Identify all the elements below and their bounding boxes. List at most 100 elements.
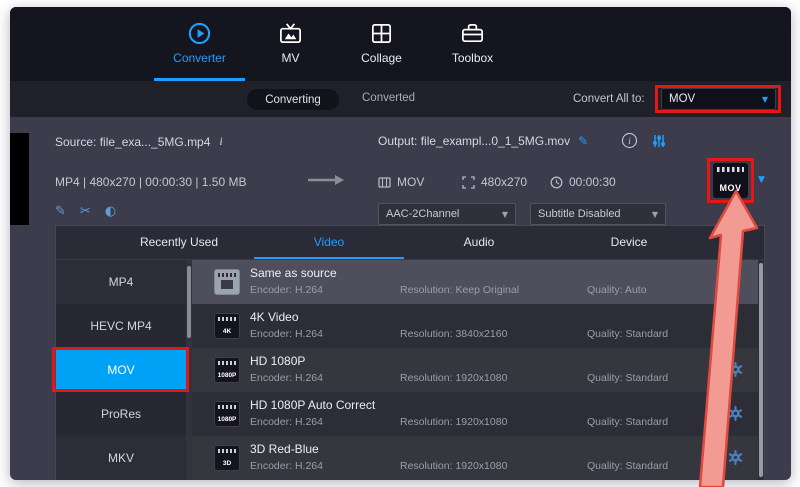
output-format-value: MOV <box>397 175 424 189</box>
output-actions: i <box>622 133 666 148</box>
tab-toolbox-label: Toolbox <box>452 51 493 65</box>
source-info-icon[interactable]: i <box>219 134 222 149</box>
profile-name: HD 1080P Auto Correct <box>250 398 375 412</box>
tab-collage[interactable]: Collage <box>336 7 427 81</box>
subtitle-value: Subtitle Disabled <box>538 208 621 220</box>
profile-badge-label: 4K <box>215 328 239 335</box>
sidebar-item-prores[interactable]: ProRes <box>56 392 186 436</box>
settings-adjust-icon[interactable] <box>652 134 666 148</box>
profile-badge-label: 3D <box>215 460 239 467</box>
output-resolution-value: 480x270 <box>481 175 527 189</box>
profile-quality: Quality: Standard <box>587 416 668 428</box>
app-window: Converter MV Collage Toolbox <box>10 7 791 480</box>
profile-settings-gear-icon[interactable] <box>728 362 743 377</box>
tab-toolbox[interactable]: Toolbox <box>427 7 518 81</box>
chevron-down-icon: ▼ <box>652 210 658 219</box>
profile-settings-gear-icon[interactable] <box>728 406 743 421</box>
profile-list-scrollbar-thumb[interactable] <box>759 263 763 477</box>
output-info-icon[interactable]: i <box>622 133 637 148</box>
profile-quality: Quality: Auto <box>587 284 647 296</box>
tab-collage-label: Collage <box>361 51 402 65</box>
profile-name: HD 1080P <box>250 354 305 368</box>
profile-encoder: Encoder: H.264 <box>250 416 323 428</box>
edit-icon[interactable]: ✎ <box>55 204 66 219</box>
main-navigation: Converter MV Collage Toolbox <box>10 7 791 81</box>
sidebar-scrollbar-thumb[interactable] <box>187 266 191 338</box>
resize-icon <box>462 176 475 189</box>
output-format-meta: MOV <box>378 175 424 189</box>
tab-converter[interactable]: Converter <box>154 7 245 81</box>
cut-icon[interactable]: ✂ <box>80 204 91 219</box>
profile-settings-gear-icon[interactable] <box>728 450 743 465</box>
output-format-badge[interactable]: MOV <box>712 162 749 199</box>
format-badge-dropdown-arrow[interactable]: ▼ <box>758 175 765 185</box>
chevron-down-icon: ▼ <box>762 95 768 104</box>
source-meta: MP4 | 480x270 | 00:00:30 | 1.50 MB <box>55 175 246 189</box>
sidebar-item-mp4[interactable]: MP4 <box>56 260 186 304</box>
profile-row-hd-1080p-auto-correct[interactable]: 1080P HD 1080P Auto Correct Encoder: H.2… <box>192 392 758 436</box>
convert-all-label: Convert All to: <box>573 93 645 105</box>
format-1080p-icon: 1080P <box>214 401 240 427</box>
profile-quality: Quality: Standard <box>587 460 668 472</box>
profile-resolution: Resolution: 1920x1080 <box>400 416 507 428</box>
sidebar-item-hevc-mp4[interactable]: HEVC MP4 <box>56 304 186 348</box>
subtitle-dropdown[interactable]: Subtitle Disabled ▼ <box>530 203 666 225</box>
audio-track-value: AAC-2Channel <box>386 208 459 220</box>
convert-all-value: MOV <box>669 93 695 105</box>
convert-all-dropdown[interactable]: MOV ▼ <box>661 88 776 110</box>
convert-direction-arrow-icon <box>306 173 346 187</box>
clock-icon <box>550 176 563 189</box>
profile-row-3d-red-blue[interactable]: 3D 3D Red-Blue Encoder: H.264 Resolution… <box>192 436 758 480</box>
profile-badge-label: 1080P <box>215 416 239 423</box>
profile-row-same-as-source[interactable]: Same as source Encoder: H.264 Resolution… <box>192 260 758 304</box>
toolbox-icon <box>460 21 485 46</box>
profile-row-hd-1080p[interactable]: 1080P HD 1080P Encoder: H.264 Resolution… <box>192 348 758 392</box>
profile-name: Same as source <box>250 266 337 280</box>
sidebar-item-mov[interactable]: MOV <box>56 348 186 392</box>
collage-icon <box>369 21 394 46</box>
format-1080p-icon: 1080P <box>214 357 240 383</box>
profile-row-4k-video[interactable]: 4K 4K Video Encoder: H.264 Resolution: 3… <box>192 304 758 348</box>
profile-name: 4K Video <box>250 310 299 324</box>
profile-badge-label: 1080P <box>215 372 239 379</box>
profile-list-scrollbar[interactable] <box>758 260 764 480</box>
source-row: Source: file_exa..._5MG.mp4 i <box>55 134 223 149</box>
output-duration-meta: 00:00:30 <box>550 175 616 189</box>
profile-encoder: Encoder: H.264 <box>250 328 323 340</box>
edit-toolbar: ✎ ✂ ◐ <box>55 204 116 219</box>
profile-resolution: Resolution: 3840x2160 <box>400 328 507 340</box>
output-label: Output: file_exampl...0_1_5MG.mov <box>378 134 570 148</box>
converted-tab[interactable]: Converted <box>362 92 415 104</box>
format-4k-icon: 4K <box>214 313 240 339</box>
sidebar-item-mkv[interactable]: MKV <box>56 436 186 480</box>
edit-output-name-icon[interactable]: ✎ <box>578 134 588 148</box>
tab-mv-label: MV <box>282 51 300 65</box>
profile-encoder: Encoder: H.264 <box>250 372 323 384</box>
tab-audio[interactable]: Audio <box>404 226 554 259</box>
audio-track-dropdown[interactable]: AAC-2Channel ▼ <box>378 203 516 225</box>
film-frame-icon <box>378 176 391 189</box>
format-3d-icon: 3D <box>214 445 240 471</box>
output-resolution-meta: 480x270 <box>462 175 527 189</box>
effect-icon[interactable]: ◐ <box>105 204 116 219</box>
format-sidebar: MP4 HEVC MP4 MOV ProRes MKV <box>56 260 186 480</box>
video-file-icon <box>214 269 240 295</box>
output-format-badge-label: MOV <box>713 183 748 193</box>
format-panel-tabs: Recently Used Video Audio Device <box>56 226 764 260</box>
tab-mv[interactable]: MV <box>245 7 336 81</box>
profile-encoder: Encoder: H.264 <box>250 284 323 296</box>
profile-list: Same as source Encoder: H.264 Resolution… <box>192 260 758 480</box>
profile-encoder: Encoder: H.264 <box>250 460 323 472</box>
format-panel: Recently Used Video Audio Device MP4 HEV… <box>55 225 765 480</box>
tab-video[interactable]: Video <box>254 226 404 259</box>
profile-resolution: Resolution: Keep Original <box>400 284 519 296</box>
mv-icon <box>278 21 303 46</box>
profile-resolution: Resolution: 1920x1080 <box>400 372 507 384</box>
converting-tab[interactable]: Converting <box>247 89 339 110</box>
chevron-down-icon: ▼ <box>502 210 508 219</box>
profile-quality: Quality: Standard <box>587 372 668 384</box>
converter-icon <box>187 21 212 46</box>
tab-recently-used[interactable]: Recently Used <box>104 226 254 259</box>
source-label: Source: file_exa..._5MG.mp4 <box>55 135 210 149</box>
tab-device[interactable]: Device <box>554 226 704 259</box>
